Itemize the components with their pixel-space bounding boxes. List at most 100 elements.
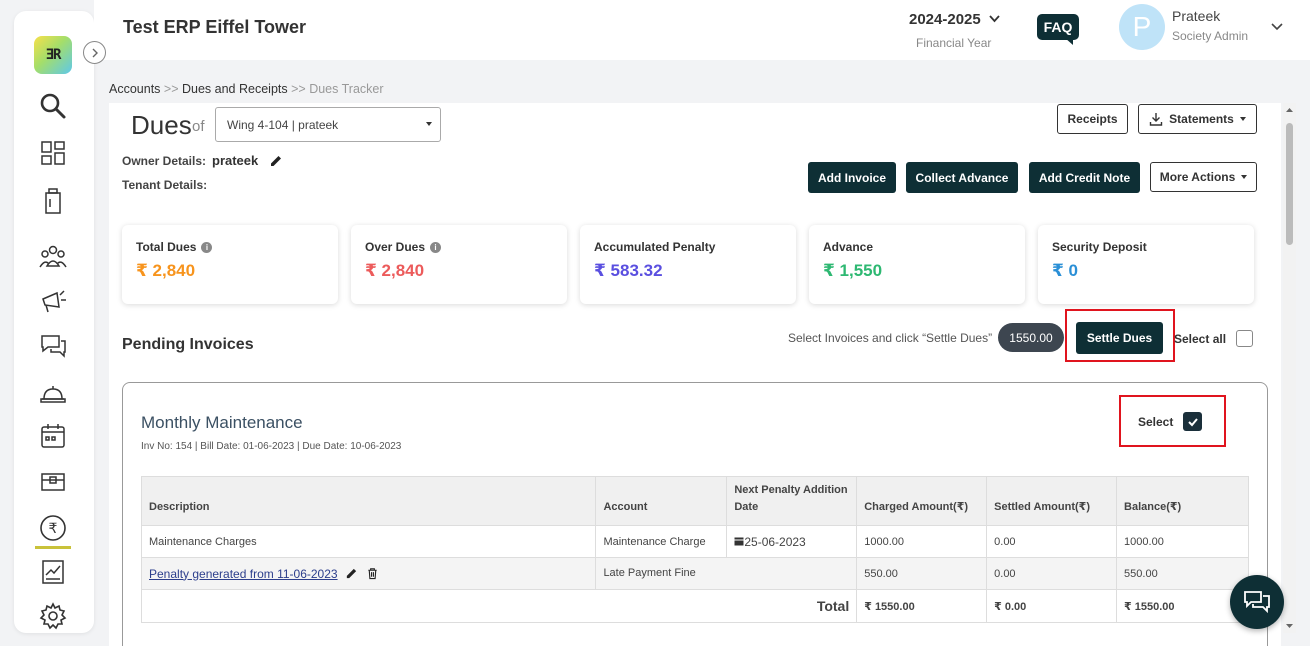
total-balance: ₹ 1550.00	[1116, 589, 1249, 623]
summary-card-total-dues: Total Dues i ₹ 2,840	[122, 225, 338, 304]
faq-button[interactable]: FAQ	[1037, 14, 1079, 40]
card-value: ₹ 1,550	[823, 261, 883, 280]
card-value: ₹ 2,840	[365, 261, 425, 280]
chat-icon	[1244, 591, 1270, 614]
user-role: Society Admin	[1172, 29, 1249, 43]
select-all-checkbox[interactable]	[1236, 330, 1253, 347]
cell-settled: 0.00	[986, 525, 1118, 558]
user-menu-chevron-icon[interactable]	[1271, 20, 1283, 38]
invoice-select-checkbox[interactable]	[1183, 412, 1202, 431]
unit-select-value: Wing 4-104 | prateek	[227, 118, 339, 132]
trash-icon[interactable]	[366, 567, 379, 580]
sidebar-expand-button[interactable]	[83, 41, 106, 64]
cell-charged: 1000.00	[856, 525, 988, 558]
faq-bubble-tail	[1065, 38, 1073, 45]
more-actions-button[interactable]: More Actions	[1150, 162, 1257, 192]
financial-year-selector[interactable]: 2024-2025	[909, 11, 981, 28]
collect-advance-button[interactable]: Collect Advance	[906, 162, 1018, 193]
scroll-down-icon[interactable]	[1283, 622, 1296, 630]
cell-account: Maintenance Charge	[595, 525, 728, 558]
add-credit-note-button[interactable]: Add Credit Note	[1029, 162, 1140, 193]
caret-down-icon	[426, 122, 432, 126]
select-all-label: Select all	[1174, 332, 1227, 346]
invoice-meta: Inv No: 154 | Bill Date: 01-06-2023 | Du…	[141, 441, 402, 452]
svg-text:₹: ₹	[49, 521, 58, 537]
edit-icon[interactable]	[345, 567, 358, 580]
add-invoice-button[interactable]: Add Invoice	[808, 162, 896, 193]
column-header: Account	[595, 476, 728, 526]
column-header: Charged Amount(₹)	[856, 476, 988, 526]
cell-description: Penalty generated from 11-06-2023	[140, 557, 597, 590]
breadcrumb-dues-receipts[interactable]: Dues and Receipts	[182, 82, 288, 96]
unit-select[interactable]: Wing 4-104 | prateek	[215, 107, 441, 142]
table-row: Penalty generated from 11-06-2023 Late P…	[140, 557, 1249, 590]
card-label: Advance	[823, 240, 874, 254]
column-header: Settled Amount(₹)	[986, 476, 1118, 526]
invoice-select-label: Select	[1138, 415, 1174, 429]
penalty-link[interactable]: Penalty generated from 11-06-2023	[149, 567, 338, 581]
settle-dues-button[interactable]: Settle Dues	[1076, 322, 1163, 354]
caret-down-icon	[1239, 117, 1246, 121]
cell-next-penalty[interactable]: 25-06-2023	[726, 525, 858, 558]
app-logo[interactable]: ƎR	[34, 36, 72, 74]
statements-button[interactable]: Statements	[1138, 104, 1257, 134]
card-label: Over Dues	[365, 240, 426, 254]
box-icon[interactable]	[38, 466, 68, 496]
edit-owner-icon[interactable]	[269, 154, 283, 173]
card-value: ₹ 2,840	[136, 261, 196, 280]
total-settled: ₹ 0.00	[986, 589, 1118, 623]
receipts-button[interactable]: Receipts	[1057, 104, 1128, 134]
total-label: Total	[140, 589, 858, 623]
card-label: Total Dues	[136, 240, 197, 254]
more-actions-label: More Actions	[1159, 170, 1236, 184]
search-icon[interactable]	[38, 91, 68, 121]
avatar[interactable]: P	[1119, 4, 1165, 50]
caret-down-icon	[1241, 175, 1248, 179]
scrollbar-thumb[interactable]	[1286, 123, 1293, 245]
cell-balance: 1000.00	[1116, 525, 1249, 558]
service-icon[interactable]	[38, 376, 68, 406]
chevron-down-icon[interactable]	[989, 11, 1000, 29]
card-value: ₹ 0	[1052, 261, 1079, 280]
building-icon[interactable]	[38, 186, 68, 216]
chat-support-button[interactable]	[1230, 575, 1284, 629]
summary-card-accumulated-penalty: Accumulated Penalty ₹ 583.32	[580, 225, 796, 304]
check-icon	[1187, 417, 1198, 426]
info-icon[interactable]: i	[201, 241, 213, 253]
column-header: Next Penalty Addition Date	[726, 476, 858, 526]
logo-text: ƎR	[45, 47, 62, 63]
cell-account: Late Payment Fine	[595, 557, 858, 590]
column-header: Description	[140, 476, 597, 526]
active-indicator	[35, 546, 71, 549]
people-icon[interactable]	[38, 241, 68, 271]
cell-balance: 550.00	[1116, 557, 1249, 590]
megaphone-icon[interactable]	[38, 286, 68, 316]
tenant-label: Tenant Details:	[122, 178, 208, 192]
page-scrollbar[interactable]	[1283, 103, 1296, 633]
report-icon[interactable]	[38, 557, 68, 587]
financial-year-label: Financial Year	[916, 36, 992, 50]
summary-card-advance: Advance ₹ 1,550	[809, 225, 1025, 304]
owner-name: prateek	[212, 153, 259, 168]
breadcrumb-accounts[interactable]: Accounts	[109, 82, 160, 96]
penalty-date: 25-06-2023	[744, 534, 806, 549]
column-header: Balance(₹)	[1116, 476, 1249, 526]
card-label: Accumulated Penalty	[594, 240, 716, 254]
breadcrumb: Accounts >> Dues and Receipts >> Dues Tr…	[109, 82, 384, 96]
selected-amount-badge: 1550.00	[998, 323, 1064, 352]
settings-icon[interactable]	[38, 601, 68, 631]
calendar-icon	[734, 537, 744, 545]
user-name[interactable]: Prateek	[1172, 8, 1220, 24]
summary-card-over-dues: Over Dues i ₹ 2,840	[351, 225, 567, 304]
rupee-icon[interactable]: ₹	[38, 513, 68, 543]
owner-label: Owner Details:	[122, 154, 207, 168]
invoice-card: Monthly Maintenance Inv No: 154 | Bill D…	[122, 382, 1268, 646]
total-charged: ₹ 1550.00	[856, 589, 988, 623]
calendar-icon[interactable]	[38, 421, 68, 451]
chat-icon[interactable]	[38, 331, 68, 361]
dashboard-icon[interactable]	[38, 138, 68, 168]
table-header-row: Description Account Next Penalty Additio…	[140, 476, 1249, 526]
info-icon[interactable]: i	[430, 241, 442, 253]
scroll-up-icon[interactable]	[1283, 106, 1296, 114]
page-title: Dues	[131, 110, 192, 140]
